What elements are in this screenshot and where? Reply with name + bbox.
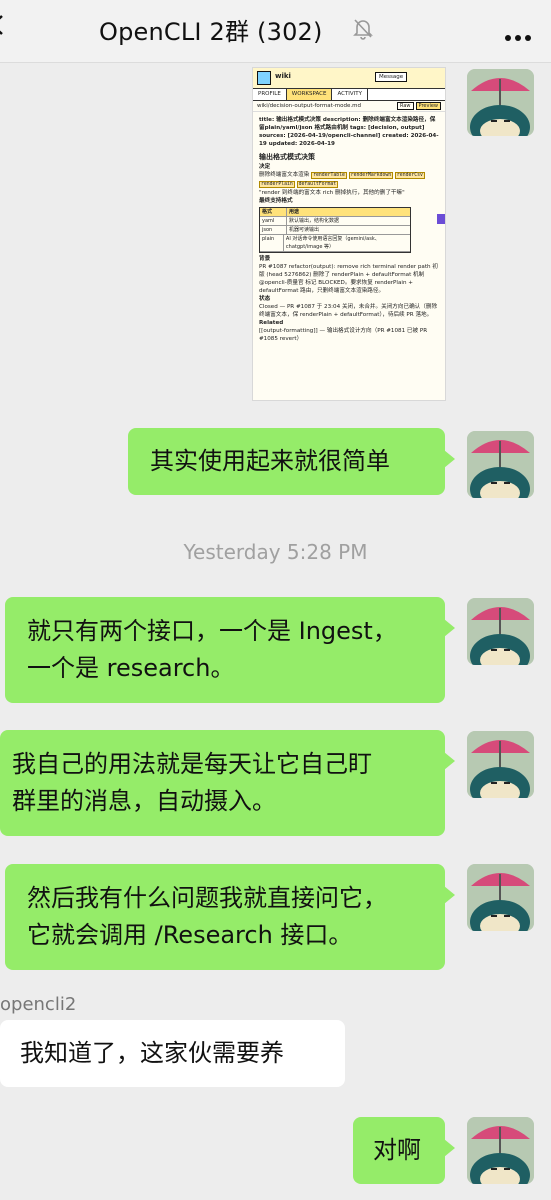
bubble-tail (444, 752, 455, 770)
sender-name: opencli2 (0, 994, 77, 1015)
table-cell: AI 对话命令使用语言回复（gemini/ask、chatgpt/image 等… (285, 236, 380, 250)
table-cell: 机器可读输出 (289, 227, 320, 233)
message-text: 我知道了，这家伙需要养 (20, 1039, 284, 1067)
screenshot-section-decision: 决定 (259, 164, 271, 170)
screenshot-section-formats: 最终支持格式 (259, 198, 293, 204)
screenshot-formats-table: 格式 用途 yaml 默认输出，结构化数据 json 机器可读输出 plain AI 对… (259, 207, 411, 253)
table-header-cell: 格式 (260, 208, 287, 216)
screenshot-raw-button: Raw (397, 102, 414, 110)
bubble-tail (444, 450, 455, 468)
screenshot-decision-text: 删除终端富文本渲染 (259, 172, 310, 178)
table-cell: plain (260, 235, 284, 251)
screenshot-background-text: PR #1087 refactor(output): remove rich t… (259, 264, 438, 278)
avatar[interactable] (467, 731, 534, 798)
shared-screenshot-image[interactable]: wiki Message PROFILE WORKSPACE ACTIVITY … (252, 67, 446, 401)
screenshot-section-related: Related (259, 320, 284, 326)
message-text-line: 群里的消息，自动摄入。 (12, 787, 276, 815)
message-bubble-own[interactable]: 其实使用起来就很简单 (128, 428, 455, 495)
screenshot-background-text-2: @opencli-质量官 标记 BLOCKED。要求恢复 renderPlain… (259, 280, 413, 294)
code-chip: renderPlain (259, 181, 295, 188)
wiki-logo-icon (257, 71, 271, 85)
screenshot-related-text: [[output-formatting]] — 输出格式设计方向（PR #108… (259, 328, 428, 342)
table-header-cell: 用途 (289, 209, 300, 215)
screenshot-message-button: Message (375, 72, 408, 82)
code-chip: renderTable (311, 172, 347, 179)
screenshot-path: wiki/decision-output-format-mode.md (257, 103, 362, 109)
bubble-tail (444, 619, 455, 637)
screenshot-decision-line: 删除终端富文本渲染 renderTable renderMarkdown ren… (259, 171, 439, 189)
screenshot-path-row: wiki/decision-output-format-mode.md Raw P… (253, 101, 445, 112)
message-text-line: 就只有两个接口，一个是 Ingest， (27, 617, 397, 645)
message-bubble-own[interactable]: 我自己的用法就是每天让它自己盯 群里的消息，自动摄入。 (0, 730, 455, 836)
message-text: 其实使用起来就很简单 (150, 447, 390, 475)
table-row: plain AI 对话命令使用语言回复（gemini/ask、chatgpt/im… (260, 235, 410, 252)
screenshot-app-name: wiki (275, 72, 291, 80)
message-bubble-own[interactable]: 就只有两个接口，一个是 Ingest， 一个是 research。 (5, 597, 455, 703)
table-cell: yaml (260, 217, 287, 225)
message-text-line: 它就会调用 /Research 接口。 (27, 921, 353, 949)
table-header-row: 格式 用途 (260, 208, 410, 217)
message-bubble-own[interactable]: 对啊 (353, 1117, 455, 1184)
ellipsis-icon[interactable] (505, 26, 535, 45)
table-row: json 机器可读输出 (260, 226, 410, 235)
screenshot-frontmatter: title: 输出格式模式决策 description: 删除终端富文本渲染路径… (259, 117, 439, 147)
message-text: 对啊 (373, 1136, 421, 1164)
bookmark-icon (437, 214, 445, 224)
screenshot-section-background: 背景 (259, 256, 271, 262)
bell-slash-icon (353, 19, 373, 40)
code-chip: renderCsv (394, 172, 425, 179)
screenshot-section-status: 状态 (259, 296, 271, 302)
screenshot-tab-active: WORKSPACE (286, 89, 333, 100)
avatar[interactable] (467, 69, 534, 136)
avatar[interactable] (467, 1117, 534, 1184)
screenshot-heading: 输出格式模式决策 (259, 153, 315, 161)
screenshot-quote: "render 到终端的富文本 rich 删掉执行，其他的删了干嘛" (259, 190, 405, 196)
bubble-tail (444, 886, 455, 904)
screenshot-tab: PROFILE (253, 89, 287, 100)
message-text-line: 一个是 research。 (27, 654, 235, 682)
back-icon[interactable] (0, 14, 8, 36)
timestamp: Yesterday 5:28 PM (183, 540, 368, 564)
chat-title: OpenCLI 2群 (302) (99, 18, 323, 46)
chat-header: OpenCLI 2群 (302) (0, 0, 551, 63)
screenshot-tabs: PROFILE WORKSPACE ACTIVITY (253, 89, 445, 101)
code-chip: renderMarkdown (348, 172, 394, 179)
screenshot-document: title: 输出格式模式决策 description: 删除终端富文本渲染路径… (253, 112, 445, 347)
message-text-line: 然后我有什么问题我就直接问它， (27, 884, 387, 912)
bubble-tail (444, 1139, 455, 1157)
screenshot-status-text: Closed — PR #1087 于 23:04 关闭，未合并。关闭方向已确认… (259, 304, 438, 318)
message-text-line: 我自己的用法就是每天让它自己盯 (12, 750, 372, 778)
table-cell: 默认输出，结构化数据 (289, 218, 340, 224)
code-chip: defaultFormat (296, 181, 339, 188)
screenshot-tab: ACTIVITY (332, 89, 369, 100)
table-cell: json (260, 226, 287, 234)
message-bubble-incoming[interactable]: 我知道了，这家伙需要养 (0, 1020, 345, 1087)
avatar[interactable] (467, 864, 534, 931)
avatar[interactable] (467, 598, 534, 665)
avatar[interactable] (467, 431, 534, 498)
message-bubble-own[interactable]: 然后我有什么问题我就直接问它， 它就会调用 /Research 接口。 (5, 864, 455, 970)
screenshot-topbar: wiki Message (253, 68, 445, 89)
table-row: yaml 默认输出，结构化数据 (260, 217, 410, 226)
screenshot-preview-button: Preview (415, 102, 441, 110)
